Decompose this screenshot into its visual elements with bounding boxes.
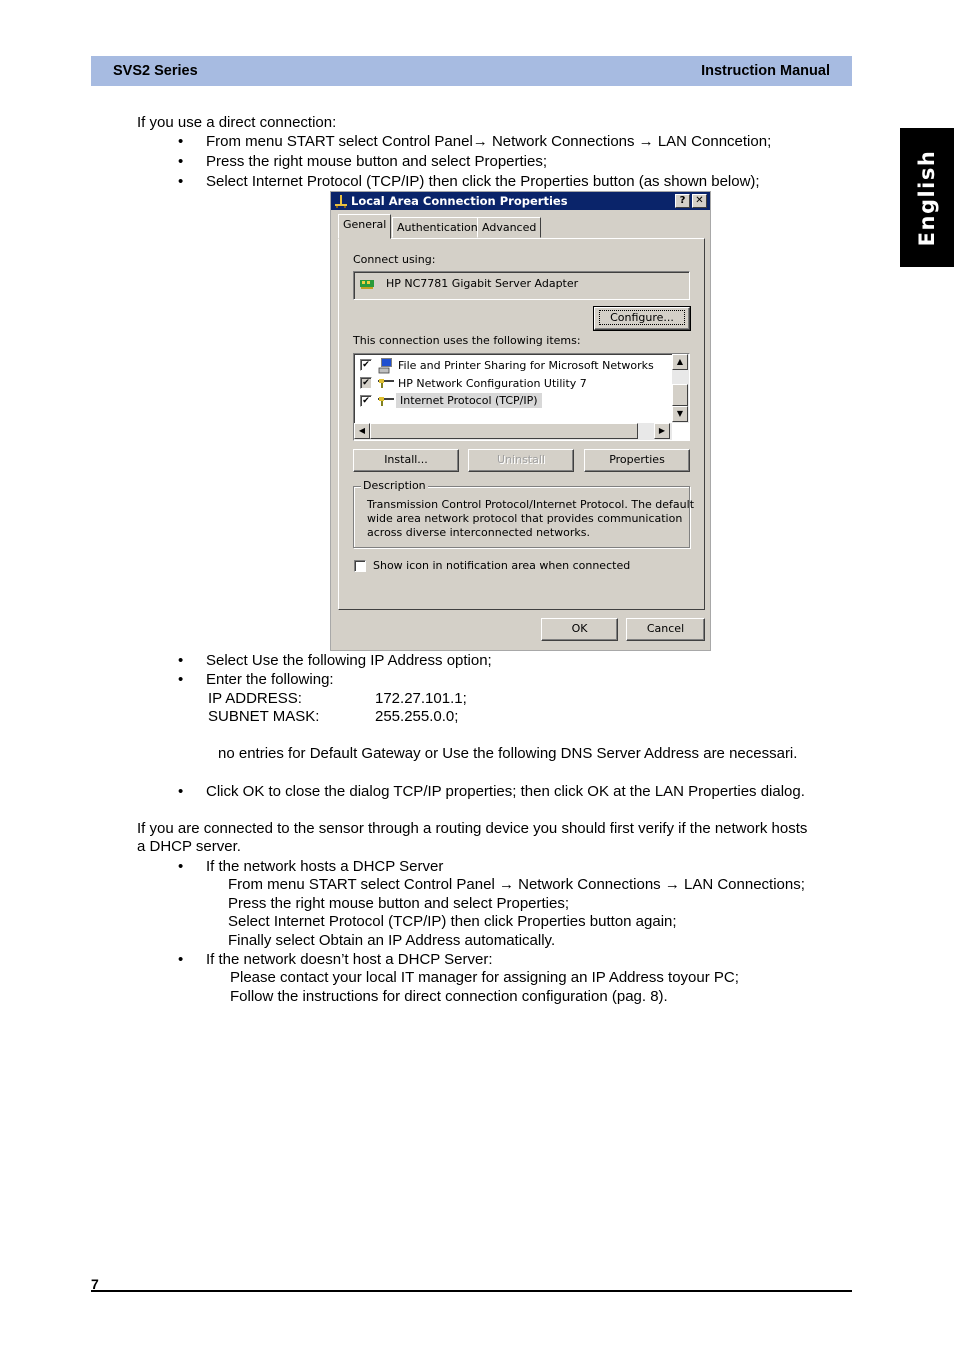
dhcp-step: From menu START select Control Panel → N… bbox=[228, 876, 805, 893]
close-button[interactable]: ✕ bbox=[692, 194, 707, 208]
ip-address-value: 172.27.101.1; bbox=[375, 690, 467, 707]
item-label: Internet Protocol (TCP/IP) bbox=[396, 393, 542, 408]
items-label: This connection uses the following items… bbox=[353, 334, 581, 347]
uninstall-button[interactable]: Uninstall bbox=[468, 449, 574, 472]
dialog-titlebar: Local Area Connection Properties ? ✕ bbox=[331, 192, 710, 210]
configure-label: Configure... bbox=[599, 310, 685, 325]
dialog-title: Local Area Connection Properties bbox=[351, 194, 568, 208]
checkbox-checked[interactable]: ✔ bbox=[360, 395, 372, 407]
uninstall-label: Uninstall bbox=[497, 453, 545, 466]
connect-using-label: Connect using: bbox=[353, 253, 436, 266]
dhcp-step: Press the right mouse button and select … bbox=[228, 895, 570, 912]
network-protocol-icon bbox=[378, 378, 394, 390]
subnet-mask-label: SUBNET MASK: bbox=[208, 708, 320, 725]
properties-label: Properties bbox=[609, 453, 665, 466]
description-line: across diverse interconnected networks. bbox=[367, 526, 590, 539]
network-card-icon bbox=[360, 278, 376, 290]
list-item: Select Use the following IP Address opti… bbox=[178, 652, 492, 670]
install-label: Install... bbox=[384, 453, 428, 466]
list-item: From menu START select Control Panel→ Ne… bbox=[178, 133, 771, 151]
computer-printer-icon bbox=[378, 358, 394, 374]
list-item: Press the right mouse button and select … bbox=[178, 153, 547, 171]
show-icon-checkbox[interactable] bbox=[354, 560, 366, 572]
language-tab: English bbox=[900, 128, 954, 267]
intro-direct-connection: If you use a direct connection: bbox=[137, 114, 337, 131]
properties-button[interactable]: Properties bbox=[584, 449, 690, 472]
show-icon-label: Show icon in notification area when conn… bbox=[373, 559, 631, 572]
list-item: Enter the following: bbox=[178, 671, 333, 689]
scroll-down-icon[interactable]: ▼ bbox=[672, 406, 688, 422]
dhcp-step: Finally select Obtain an IP Address auto… bbox=[228, 932, 556, 949]
adapter-name: HP NC7781 Gigabit Server Adapter bbox=[386, 277, 579, 290]
tab-general[interactable]: General bbox=[338, 214, 392, 239]
header-manual: Instruction Manual bbox=[701, 63, 830, 79]
list-item: Select Internet Protocol (TCP/IP) then c… bbox=[178, 173, 760, 191]
list-item: Click OK to close the dialog TCP/IP prop… bbox=[178, 783, 805, 801]
list-item: If the network doesn’t host a DHCP Serve… bbox=[178, 951, 492, 969]
scroll-thumb[interactable] bbox=[672, 384, 688, 406]
lan-properties-dialog: Local Area Connection Properties ? ✕ Gen… bbox=[330, 191, 711, 651]
description-label: Description bbox=[361, 479, 428, 492]
list-item: If the network hosts a DHCP Server bbox=[178, 858, 443, 876]
no-dhcp-step: Follow the instructions for direct conne… bbox=[230, 988, 668, 1005]
checkbox-checked[interactable]: ✔ bbox=[360, 359, 372, 371]
list-item[interactable]: ✔ File and Printer Sharing for Microsoft… bbox=[360, 358, 660, 374]
ok-button[interactable]: OK bbox=[541, 618, 618, 641]
ok-label: OK bbox=[571, 622, 588, 635]
components-list[interactable]: ✔ File and Printer Sharing for Microsoft… bbox=[353, 353, 690, 441]
horizontal-scrollbar[interactable]: ◀ ▶ bbox=[354, 423, 672, 440]
network-protocol-icon bbox=[378, 396, 394, 408]
list-item[interactable]: ✔ HP Network Configuration Utility 7 bbox=[360, 376, 660, 392]
help-button[interactable]: ? bbox=[675, 194, 690, 208]
gateway-note: no entries for Default Gateway or Use th… bbox=[218, 745, 798, 762]
description-line: wide area network protocol that provides… bbox=[367, 512, 683, 525]
no-dhcp-step: Please contact your local IT manager for… bbox=[230, 969, 739, 986]
scroll-up-icon[interactable]: ▲ bbox=[672, 354, 688, 370]
routing-intro: If you are connected to the sensor throu… bbox=[137, 820, 808, 837]
vertical-scrollbar[interactable]: ▲ ▼ bbox=[672, 354, 689, 423]
hscroll-thumb[interactable] bbox=[370, 423, 638, 439]
checkbox-checked[interactable]: ✔ bbox=[360, 377, 372, 389]
tab-authentication[interactable]: Authentication bbox=[392, 217, 483, 238]
list-item-selected[interactable]: ✔ Internet Protocol (TCP/IP) bbox=[360, 393, 660, 410]
routing-intro-cont: a DHCP server. bbox=[137, 838, 241, 855]
page-header: SVS2 Series Instruction Manual bbox=[91, 56, 852, 86]
scroll-right-icon[interactable]: ▶ bbox=[654, 423, 670, 439]
description-line: Transmission Control Protocol/Internet P… bbox=[367, 498, 695, 511]
footer-divider bbox=[91, 1290, 852, 1292]
adapter-field: HP NC7781 Gigabit Server Adapter bbox=[353, 271, 690, 300]
item-label: HP Network Configuration Utility 7 bbox=[398, 377, 587, 390]
header-series: SVS2 Series bbox=[113, 63, 198, 79]
subnet-mask-value: 255.255.0.0; bbox=[375, 708, 459, 725]
tab-advanced[interactable]: Advanced bbox=[477, 217, 542, 238]
configure-button[interactable]: Configure... bbox=[593, 306, 691, 331]
item-label: File and Printer Sharing for Microsoft N… bbox=[398, 359, 654, 372]
network-connection-icon bbox=[334, 194, 348, 208]
dhcp-step: Select Internet Protocol (TCP/IP) then c… bbox=[228, 913, 677, 930]
cancel-label: Cancel bbox=[646, 622, 685, 635]
ip-address-label: IP ADDRESS: bbox=[208, 690, 302, 707]
scroll-left-icon[interactable]: ◀ bbox=[354, 423, 370, 439]
cancel-button[interactable]: Cancel bbox=[626, 618, 705, 641]
install-button[interactable]: Install... bbox=[353, 449, 459, 472]
language-label: English bbox=[915, 149, 939, 246]
